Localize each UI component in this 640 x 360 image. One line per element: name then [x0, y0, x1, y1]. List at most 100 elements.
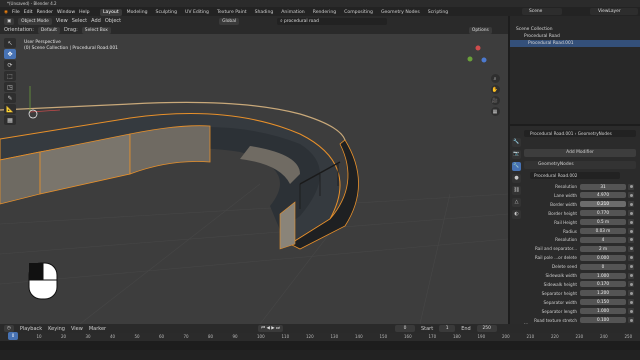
menu-edit[interactable]: Edit [24, 10, 33, 15]
input-label: Resolution [555, 237, 577, 243]
end-frame-field[interactable]: 250 [476, 325, 497, 332]
select-tool-icon[interactable]: ↖ [4, 38, 16, 48]
input-value-field[interactable]: 0.03 m [580, 228, 626, 234]
node-group-selector[interactable]: Procedural Road.002 [530, 172, 620, 179]
render-tab-icon[interactable]: 📷 [512, 150, 521, 159]
object-menu[interactable]: Object [105, 18, 121, 24]
timeline-editor-icon[interactable]: ◷ [4, 325, 14, 332]
input-value-field[interactable]: 0.5 m [580, 219, 626, 226]
attribute-toggle-icon[interactable] [628, 192, 634, 199]
view-menu-timeline[interactable]: View [71, 326, 83, 332]
attribute-toggle-icon[interactable] [628, 210, 634, 217]
keying-menu[interactable]: Keying [48, 326, 65, 332]
measure-tool-icon[interactable]: 📐 [4, 104, 16, 114]
material-tab-icon[interactable]: ◐ [512, 210, 521, 219]
mode-selector[interactable]: Object Mode [18, 17, 52, 25]
tab-scripting[interactable]: Scripting [425, 9, 451, 16]
input-value-field[interactable]: 1.200 [580, 290, 626, 297]
physics-tab-icon[interactable]: ● [512, 174, 521, 183]
input-value-field[interactable]: 0.770 [580, 210, 626, 217]
3d-viewport[interactable] [0, 34, 508, 324]
tab-modeling[interactable]: Modeling [124, 9, 151, 16]
menu-help[interactable]: Help [79, 10, 89, 15]
attribute-toggle-icon[interactable] [628, 245, 634, 252]
transform-tool-icon[interactable]: ◳ [4, 82, 16, 92]
attribute-toggle-icon[interactable] [628, 263, 634, 270]
view-layer-selector[interactable]: ViewLayer [590, 8, 638, 15]
input-value-field[interactable]: 1.000 [580, 272, 626, 279]
attribute-toggle-icon[interactable] [628, 290, 634, 297]
tab-animation[interactable]: Animation [278, 9, 307, 16]
outliner-item-procedural-road[interactable]: Procedural Road [510, 33, 640, 40]
add-menu[interactable]: Add [91, 18, 101, 24]
orientation-dropdown[interactable]: Default [37, 26, 60, 34]
attribute-toggle-icon[interactable] [628, 219, 634, 226]
attribute-toggle-icon[interactable] [628, 299, 634, 306]
tab-rendering[interactable]: Rendering [310, 9, 339, 16]
modifier-tab-icon[interactable]: 🔧 [512, 162, 521, 171]
options-dropdown[interactable]: Options [468, 26, 492, 34]
tool-tab-icon[interactable]: 🔧 [512, 138, 521, 147]
input-value-field[interactable]: 0.000 [580, 254, 626, 261]
tab-compositing[interactable]: Compositing [341, 9, 376, 16]
attribute-toggle-icon[interactable] [628, 201, 634, 208]
editor-type-button[interactable]: ▣ [4, 17, 15, 25]
menu-render[interactable]: Render [37, 10, 53, 15]
input-value-field[interactable]: 4.970 [580, 192, 626, 199]
tab-sculpting[interactable]: Sculpting [153, 9, 180, 16]
constraints-tab-icon[interactable]: ⛓ [512, 186, 521, 195]
tab-layout[interactable]: Layout [100, 9, 122, 16]
view-menu[interactable]: View [56, 18, 68, 24]
input-value-field[interactable]: 2 m [580, 245, 626, 252]
grid-view-icon[interactable]: ▦ [490, 107, 500, 116]
attribute-toggle-icon[interactable] [628, 308, 634, 315]
zoom-icon[interactable]: ⌕ [490, 74, 500, 83]
attribute-toggle-icon[interactable] [628, 228, 634, 234]
timeline-ruler[interactable]: 0 10 20 30 40 50 60 70 80 90 100 110 120 130 140 150 160… [0, 333, 640, 341]
drag-dropdown[interactable]: Select Box [81, 26, 111, 34]
attribute-toggle-icon[interactable] [628, 236, 634, 243]
input-value-field[interactable]: 1.000 [580, 308, 626, 315]
scale-tool-icon[interactable]: ⬚ [4, 71, 16, 81]
input-value-field[interactable]: 0.210 [580, 201, 626, 208]
pan-hand-icon[interactable]: ✋ [490, 85, 500, 94]
playback-menu[interactable]: Playback [20, 326, 42, 332]
current-frame-field[interactable]: 0 [394, 325, 415, 332]
input-value-field[interactable]: 0.100 [580, 317, 626, 323]
add-cube-tool-icon[interactable]: ▦ [4, 115, 16, 125]
outliner-item-procedural-road-001[interactable]: Procedural Road.001 [510, 40, 640, 47]
marker-menu[interactable]: Marker [89, 326, 106, 332]
tab-uv-editing[interactable]: UV Editing [182, 9, 212, 16]
scene-selector[interactable]: Scene [522, 8, 562, 15]
tab-geometry-nodes[interactable]: Geometry Nodes [378, 9, 423, 16]
annotate-tool-icon[interactable]: ✎ [4, 93, 16, 103]
modifier-header[interactable]: GeometryNodes [524, 161, 636, 169]
menu-file[interactable]: File [12, 10, 20, 15]
tab-texture-paint[interactable]: Texture Paint [214, 9, 250, 16]
move-tool-icon[interactable]: ✥ [4, 49, 16, 59]
camera-icon[interactable]: 🎥 [490, 96, 500, 105]
tab-shading[interactable]: Shading [252, 9, 277, 16]
play-controls[interactable]: ⏮ ◀ ▶ ⏭ [258, 325, 283, 332]
attribute-toggle-icon[interactable] [628, 254, 634, 261]
add-modifier-button[interactable]: Add Modifier [524, 149, 636, 157]
select-menu[interactable]: Select [72, 18, 87, 24]
search-field[interactable]: ⌕ procedural road [277, 17, 388, 25]
attribute-toggle-icon[interactable] [628, 183, 634, 190]
menu-window[interactable]: Window [57, 10, 75, 15]
outliner-scene-collection[interactable]: Scene Collection [510, 26, 640, 33]
input-value-field[interactable]: 0 [580, 263, 626, 270]
start-frame-field[interactable]: 1 [439, 325, 456, 332]
playhead[interactable]: 0 [8, 332, 18, 340]
input-value-field[interactable]: 31 [580, 183, 626, 190]
data-tab-icon[interactable]: △ [512, 198, 521, 207]
transform-orientation[interactable]: Global [219, 17, 240, 25]
input-value-field[interactable]: 4 [580, 236, 626, 243]
attribute-toggle-icon[interactable] [628, 281, 634, 288]
blender-logo-icon[interactable]: ◉ [4, 10, 8, 15]
attribute-toggle-icon[interactable] [628, 272, 634, 279]
input-value-field[interactable]: 0.150 [580, 299, 626, 306]
rotate-tool-icon[interactable]: ⟳ [4, 60, 16, 70]
attribute-toggle-icon[interactable] [628, 317, 634, 323]
input-value-field[interactable]: 0.170 [580, 281, 626, 288]
